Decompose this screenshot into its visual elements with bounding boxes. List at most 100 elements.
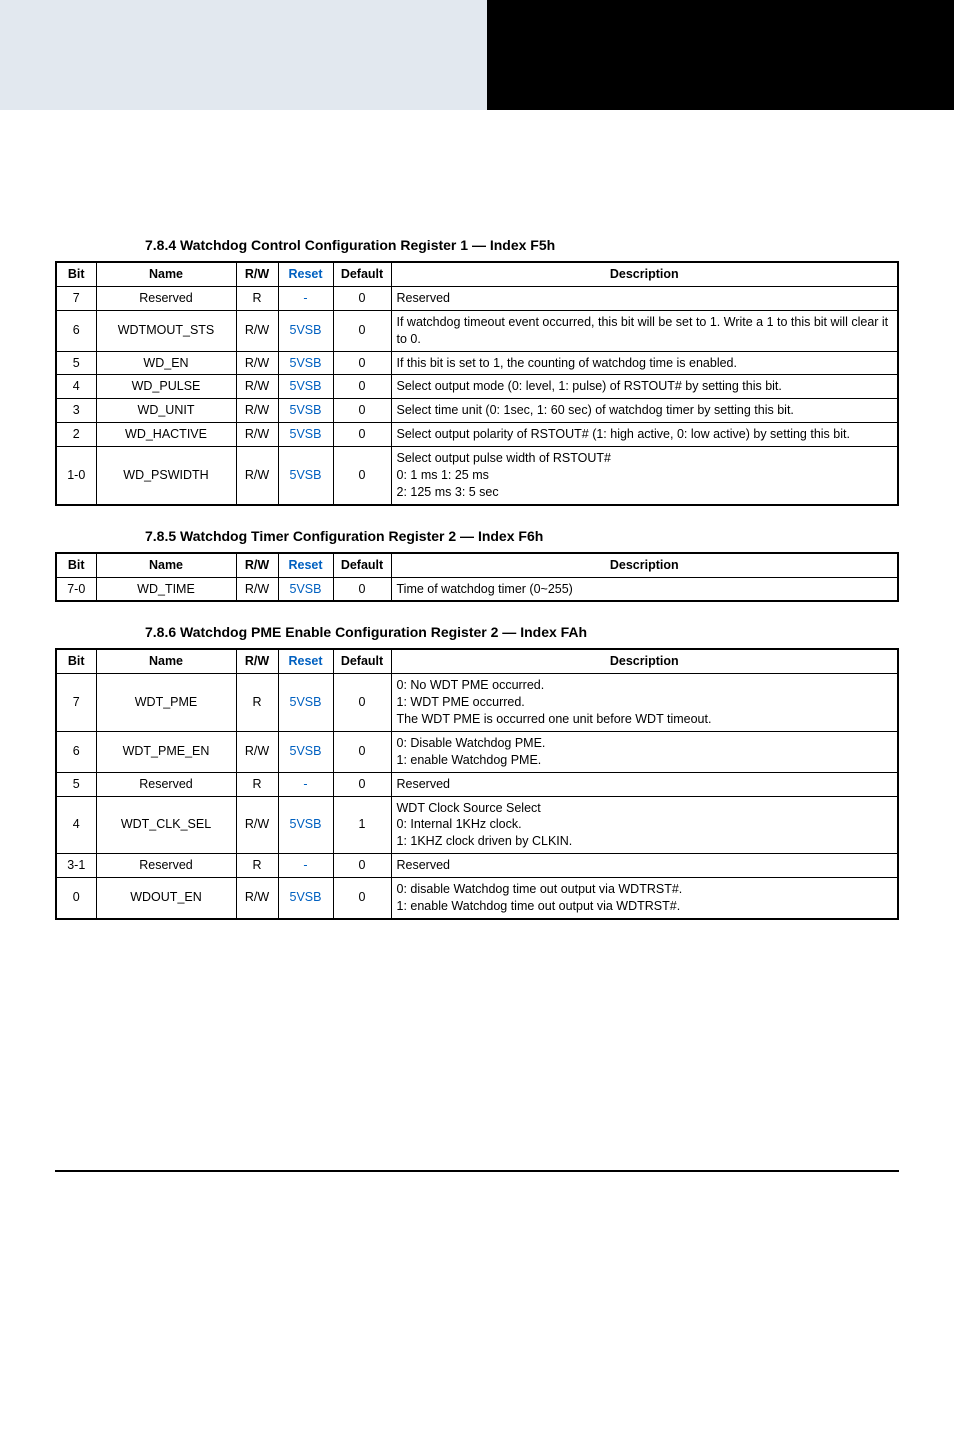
cell-description: If watchdog timeout event occurred, this… <box>391 310 898 351</box>
cell-name: WDT_CLK_SEL <box>96 796 236 854</box>
cell-rw: R/W <box>236 878 278 919</box>
cell-description: Select output polarity of RSTOUT# (1: hi… <box>391 423 898 447</box>
table-row: 0WDOUT_ENR/W5VSB00: disable Watchdog tim… <box>56 878 898 919</box>
cell-reset: 5VSB <box>278 577 333 601</box>
col-name: Name <box>96 649 236 673</box>
cell-description: 0: disable Watchdog time out output via … <box>391 878 898 919</box>
cell-rw: R/W <box>236 447 278 505</box>
col-bit: Bit <box>56 262 96 286</box>
col-description: Description <box>391 649 898 673</box>
table-row: 6WDTMOUT_STSR/W5VSB0If watchdog timeout … <box>56 310 898 351</box>
col-default: Default <box>333 649 391 673</box>
cell-rw: R <box>236 286 278 310</box>
cell-bit: 6 <box>56 310 96 351</box>
cell-name: WD_UNIT <box>96 399 236 423</box>
cell-description: Select output pulse width of RSTOUT# 0: … <box>391 447 898 505</box>
cell-rw: R <box>236 772 278 796</box>
cell-default: 0 <box>333 878 391 919</box>
col-bit: Bit <box>56 649 96 673</box>
cell-description: Time of watchdog timer (0~255) <box>391 577 898 601</box>
cell-bit: 4 <box>56 796 96 854</box>
cell-reset: 5VSB <box>278 878 333 919</box>
cell-reset: 5VSB <box>278 351 333 375</box>
col-reset: Reset <box>278 649 333 673</box>
cell-description: Select time unit (0: 1sec, 1: 60 sec) of… <box>391 399 898 423</box>
cell-default: 0 <box>333 772 391 796</box>
cell-bit: 3 <box>56 399 96 423</box>
cell-default: 0 <box>333 310 391 351</box>
col-rw: R/W <box>236 262 278 286</box>
table-row: 5ReservedR-0Reserved <box>56 772 898 796</box>
cell-default: 0 <box>333 375 391 399</box>
cell-bit: 2 <box>56 423 96 447</box>
cell-bit: 1-0 <box>56 447 96 505</box>
cell-default: 0 <box>333 447 391 505</box>
cell-reset: 5VSB <box>278 796 333 854</box>
col-rw: R/W <box>236 649 278 673</box>
cell-reset: 5VSB <box>278 447 333 505</box>
cell-name: Reserved <box>96 772 236 796</box>
cell-bit: 4 <box>56 375 96 399</box>
cell-reset: 5VSB <box>278 731 333 772</box>
cell-default: 0 <box>333 577 391 601</box>
section-title-3: 7.8.6 Watchdog PME Enable Configuration … <box>145 624 899 640</box>
cell-default: 1 <box>333 796 391 854</box>
col-name: Name <box>96 553 236 577</box>
table-row: 4WD_PULSER/W5VSB0Select output mode (0: … <box>56 375 898 399</box>
table-row: 7-0WD_TIMER/W5VSB0Time of watchdog timer… <box>56 577 898 601</box>
table-body-3: 7WDT_PMER5VSB00: No WDT PME occurred. 1:… <box>56 674 898 919</box>
cell-reset: - <box>278 286 333 310</box>
register-table-2: Bit Name R/W Reset Default Description 7… <box>55 552 899 603</box>
footer-divider <box>55 1170 899 1173</box>
table-row: 5WD_ENR/W5VSB0If this bit is set to 1, t… <box>56 351 898 375</box>
cell-bit: 3-1 <box>56 854 96 878</box>
cell-name: WDOUT_EN <box>96 878 236 919</box>
table-header-row: Bit Name R/W Reset Default Description <box>56 649 898 673</box>
cell-name: WDT_PME_EN <box>96 731 236 772</box>
cell-description: 0: No WDT PME occurred. 1: WDT PME occur… <box>391 674 898 732</box>
cell-name: WD_TIME <box>96 577 236 601</box>
cell-bit: 6 <box>56 731 96 772</box>
col-description: Description <box>391 262 898 286</box>
cell-bit: 5 <box>56 772 96 796</box>
cell-reset: 5VSB <box>278 423 333 447</box>
col-bit: Bit <box>56 553 96 577</box>
cell-reset: - <box>278 772 333 796</box>
col-description: Description <box>391 553 898 577</box>
col-name: Name <box>96 262 236 286</box>
cell-description: Reserved <box>391 854 898 878</box>
cell-description: WDT Clock Source Select 0: Internal 1KHz… <box>391 796 898 854</box>
table-row: 3WD_UNITR/W5VSB0Select time unit (0: 1se… <box>56 399 898 423</box>
cell-description: Reserved <box>391 286 898 310</box>
cell-rw: R/W <box>236 423 278 447</box>
cell-name: WD_HACTIVE <box>96 423 236 447</box>
section-title-1: 7.8.4 Watchdog Control Configuration Reg… <box>145 237 899 253</box>
cell-default: 0 <box>333 399 391 423</box>
cell-rw: R/W <box>236 796 278 854</box>
register-table-1: Bit Name R/W Reset Default Description 7… <box>55 261 899 506</box>
cell-name: Reserved <box>96 286 236 310</box>
cell-description: 0: Disable Watchdog PME. 1: enable Watch… <box>391 731 898 772</box>
table-row: 7ReservedR-0Reserved <box>56 286 898 310</box>
cell-rw: R/W <box>236 577 278 601</box>
cell-default: 0 <box>333 286 391 310</box>
cell-default: 0 <box>333 351 391 375</box>
col-reset: Reset <box>278 553 333 577</box>
cell-reset: 5VSB <box>278 375 333 399</box>
table-row: 6WDT_PME_ENR/W5VSB00: Disable Watchdog P… <box>56 731 898 772</box>
cell-rw: R/W <box>236 375 278 399</box>
page-content: 7.8.4 Watchdog Control Configuration Reg… <box>0 110 954 960</box>
cell-default: 0 <box>333 854 391 878</box>
table-row: 1-0WD_PSWIDTHR/W5VSB0Select output pulse… <box>56 447 898 505</box>
cell-name: WD_PULSE <box>96 375 236 399</box>
table-row: 7WDT_PMER5VSB00: No WDT PME occurred. 1:… <box>56 674 898 732</box>
header-band <box>0 0 954 110</box>
cell-name: WD_EN <box>96 351 236 375</box>
cell-bit: 5 <box>56 351 96 375</box>
cell-default: 0 <box>333 674 391 732</box>
col-default: Default <box>333 262 391 286</box>
cell-reset: - <box>278 854 333 878</box>
table-row: 4WDT_CLK_SELR/W5VSB1WDT Clock Source Sel… <box>56 796 898 854</box>
table-row: 3-1ReservedR-0Reserved <box>56 854 898 878</box>
cell-description: If this bit is set to 1, the counting of… <box>391 351 898 375</box>
